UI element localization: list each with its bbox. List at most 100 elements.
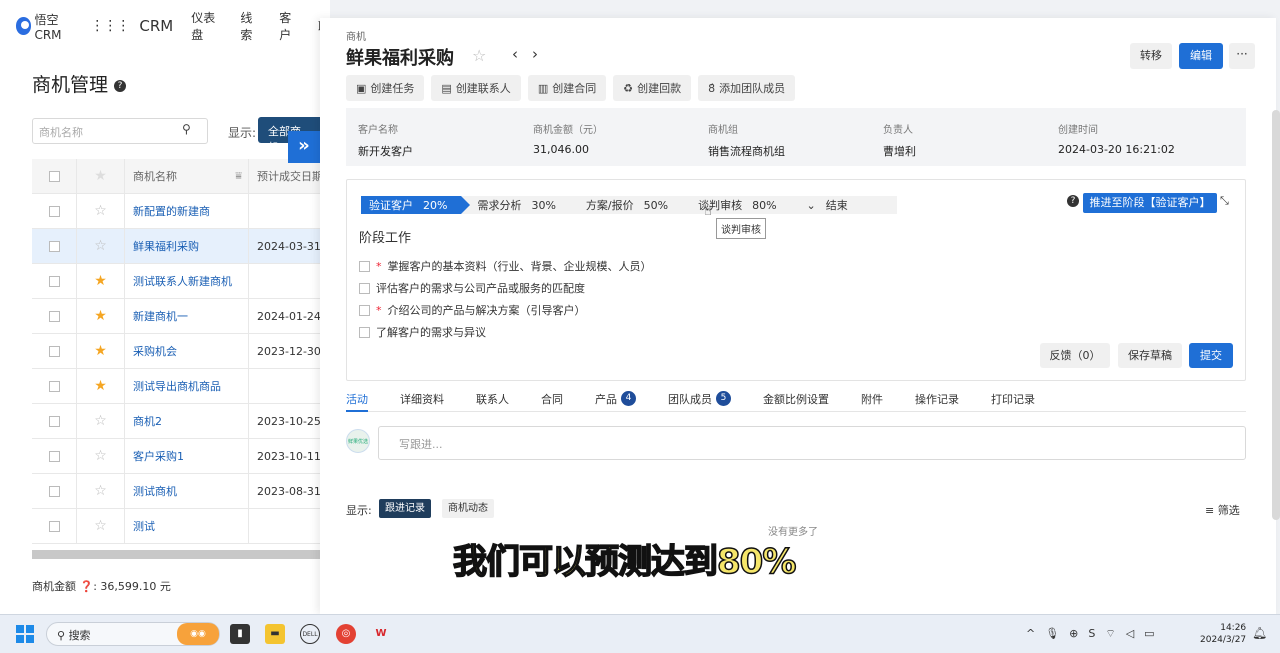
row-checkbox[interactable] — [48, 415, 60, 427]
table-row[interactable]: ☆ 测试 — [32, 509, 320, 544]
dell-icon[interactable]: DELL — [300, 624, 320, 644]
column-header-date[interactable]: 预计成交日期 — [248, 159, 320, 193]
chevron-left-icon[interactable]: ‹ — [512, 45, 532, 63]
star-icon[interactable]: ★ — [94, 308, 107, 324]
transfer-button[interactable]: 转移 — [1130, 43, 1172, 69]
row-checkbox[interactable] — [48, 520, 60, 532]
feedback-button[interactable]: 反馈（0） — [1040, 343, 1110, 368]
star-icon[interactable]: ★ — [94, 343, 107, 359]
star-icon[interactable]: ☆ — [472, 46, 486, 65]
chevron-right-icon[interactable]: › — [532, 45, 552, 63]
task-checkbox[interactable] — [359, 282, 370, 294]
chrome-icon[interactable]: ◎ — [336, 624, 356, 644]
taskbar-clock[interactable]: 14:26 2024/3/27 — [1200, 622, 1246, 646]
task-view-icon[interactable]: ▮ — [230, 624, 250, 644]
edit-button[interactable]: 编辑 — [1179, 43, 1223, 69]
detail-tab[interactable]: 活动 — [346, 386, 368, 412]
task-checkbox[interactable] — [359, 304, 370, 316]
detail-tab[interactable]: 打印记录 — [991, 386, 1035, 412]
row-checkbox[interactable] — [48, 310, 60, 322]
filter-icon[interactable]: ⩸ — [235, 169, 242, 183]
opportunity-name-link[interactable]: 商机2 — [124, 404, 248, 438]
create-contract-button[interactable]: ▥ 创建合同 — [527, 75, 607, 101]
opportunity-name-link[interactable]: 新建商机一 — [124, 299, 248, 333]
stage-end[interactable]: ⌄ 结束 — [790, 196, 897, 214]
task-checkbox[interactable] — [359, 260, 370, 272]
info-value-customer[interactable]: 新开发客户 — [358, 143, 533, 159]
detail-tab[interactable]: 详细资料 — [400, 386, 444, 412]
opportunity-name-link[interactable]: 测试商机 — [124, 474, 248, 508]
table-row[interactable]: ★ 新建商机一2024-01-24 0 — [32, 299, 320, 334]
row-checkbox[interactable] — [48, 275, 60, 287]
notification-bell-icon[interactable]: 🔔︎ — [1252, 626, 1267, 640]
stage-needs-analysis[interactable]: 需求分析 30% — [461, 196, 570, 214]
detail-tab[interactable]: 金额比例设置 — [763, 386, 829, 412]
star-icon[interactable]: ☆ — [94, 203, 107, 219]
save-draft-button[interactable]: 保存草稿 — [1118, 343, 1182, 368]
help-icon[interactable]: ? — [114, 79, 127, 92]
opportunity-name-link[interactable]: 测试 — [124, 509, 248, 543]
star-icon[interactable]: ★ — [94, 378, 107, 394]
detail-tab[interactable]: 团队成员 5 — [668, 386, 731, 412]
submit-button[interactable]: 提交 — [1189, 343, 1233, 368]
row-checkbox[interactable] — [48, 485, 60, 497]
row-checkbox[interactable] — [48, 205, 60, 217]
create-contact-button[interactable]: ▤ 创建联系人 — [431, 75, 521, 101]
more-button[interactable]: ··· — [1229, 43, 1255, 69]
opportunity-name-link[interactable]: 鲜果福利采购 — [124, 229, 248, 263]
table-row[interactable]: ☆ 测试商机2023-08-31 0 — [32, 474, 320, 509]
collapse-icon[interactable]: ⤡ — [1220, 194, 1229, 208]
follow-record-chip[interactable]: 跟进记录 — [379, 499, 431, 518]
filter-button[interactable]: ≡ 筛选 — [1205, 502, 1240, 518]
nav-item-dashboard[interactable]: 仪表盘 — [191, 9, 222, 43]
table-row[interactable]: ☆ 鲜果福利采购2024-03-31 0 — [32, 229, 320, 264]
detail-tab[interactable]: 产品 4 — [595, 386, 636, 412]
expand-icon[interactable]: » — [288, 131, 320, 163]
opportunity-dynamic-chip[interactable]: 商机动态 — [442, 499, 494, 518]
select-all-checkbox[interactable] — [48, 170, 60, 182]
add-team-member-button[interactable]: 8̂ 添加团队成员 — [698, 75, 796, 101]
advance-stage-button[interactable]: 推进至阶段【验证客户】 — [1083, 193, 1217, 213]
table-row[interactable]: ☆ 新配置的新建商 — [32, 194, 320, 229]
task-checkbox[interactable] — [359, 326, 370, 338]
stage-verify-customer[interactable]: 验证客户 20% — [361, 196, 471, 214]
horizontal-scrollbar[interactable] — [32, 550, 320, 559]
table-row[interactable]: ☆ 商机22023-10-25 0 — [32, 404, 320, 439]
table-row[interactable]: ★ 测试联系人新建商机 — [32, 264, 320, 299]
star-icon[interactable]: ☆ — [94, 483, 107, 499]
nav-item-leads[interactable]: 线索 — [240, 9, 261, 43]
star-icon[interactable]: ☆ — [94, 518, 107, 534]
star-icon[interactable]: ☆ — [94, 238, 107, 254]
windows-start-icon[interactable] — [16, 625, 34, 643]
opportunity-name-link[interactable]: 测试联系人新建商机 — [124, 264, 248, 298]
star-icon[interactable]: ★ — [94, 273, 107, 289]
stage-proposal[interactable]: 方案/报价 50% — [569, 196, 683, 214]
table-row[interactable]: ★ 采购机会2023-12-30 0 — [32, 334, 320, 369]
system-tray-icons[interactable]: ^🎙︎⊕S⌔◁▭ — [1026, 627, 1165, 641]
opportunity-name-link[interactable]: 客户采购1 — [124, 439, 248, 473]
column-header-name[interactable]: 商机名称 ⩸ — [124, 159, 248, 193]
opportunity-name-link[interactable]: 测试导出商机商品 — [124, 369, 248, 403]
star-icon[interactable]: ☆ — [94, 448, 107, 464]
apps-grid-icon[interactable]: ⋮⋮⋮ — [90, 18, 130, 34]
app-logo[interactable]: 悟空CRM — [16, 11, 78, 42]
follow-up-input[interactable]: 写跟进... — [378, 426, 1246, 460]
row-checkbox[interactable] — [48, 345, 60, 357]
vertical-scrollbar[interactable] — [1272, 110, 1280, 520]
create-payment-button[interactable]: ♻ 创建回款 — [613, 75, 692, 101]
star-icon[interactable]: ☆ — [94, 413, 107, 429]
nav-item-customers[interactable]: 客户 — [279, 9, 300, 43]
detail-tab[interactable]: 操作记录 — [915, 386, 959, 412]
table-row[interactable]: ★ 测试导出商机商品 — [32, 369, 320, 404]
table-row[interactable]: ☆ 客户采购12023-10-11 0 — [32, 439, 320, 474]
detail-tab[interactable]: 附件 — [861, 386, 883, 412]
row-checkbox[interactable] — [48, 380, 60, 392]
stage-negotiation[interactable]: 谈判审核 80% — [682, 196, 791, 214]
row-checkbox[interactable] — [48, 240, 60, 252]
stage-help-icon[interactable]: ? — [1067, 195, 1079, 207]
file-explorer-icon[interactable]: ▬ — [265, 624, 285, 644]
wps-icon[interactable]: W — [371, 624, 391, 644]
opportunity-name-link[interactable]: 新配置的新建商 — [124, 194, 248, 228]
create-task-button[interactable]: ▣ 创建任务 — [346, 75, 425, 101]
opportunity-name-link[interactable]: 采购机会 — [124, 334, 248, 368]
